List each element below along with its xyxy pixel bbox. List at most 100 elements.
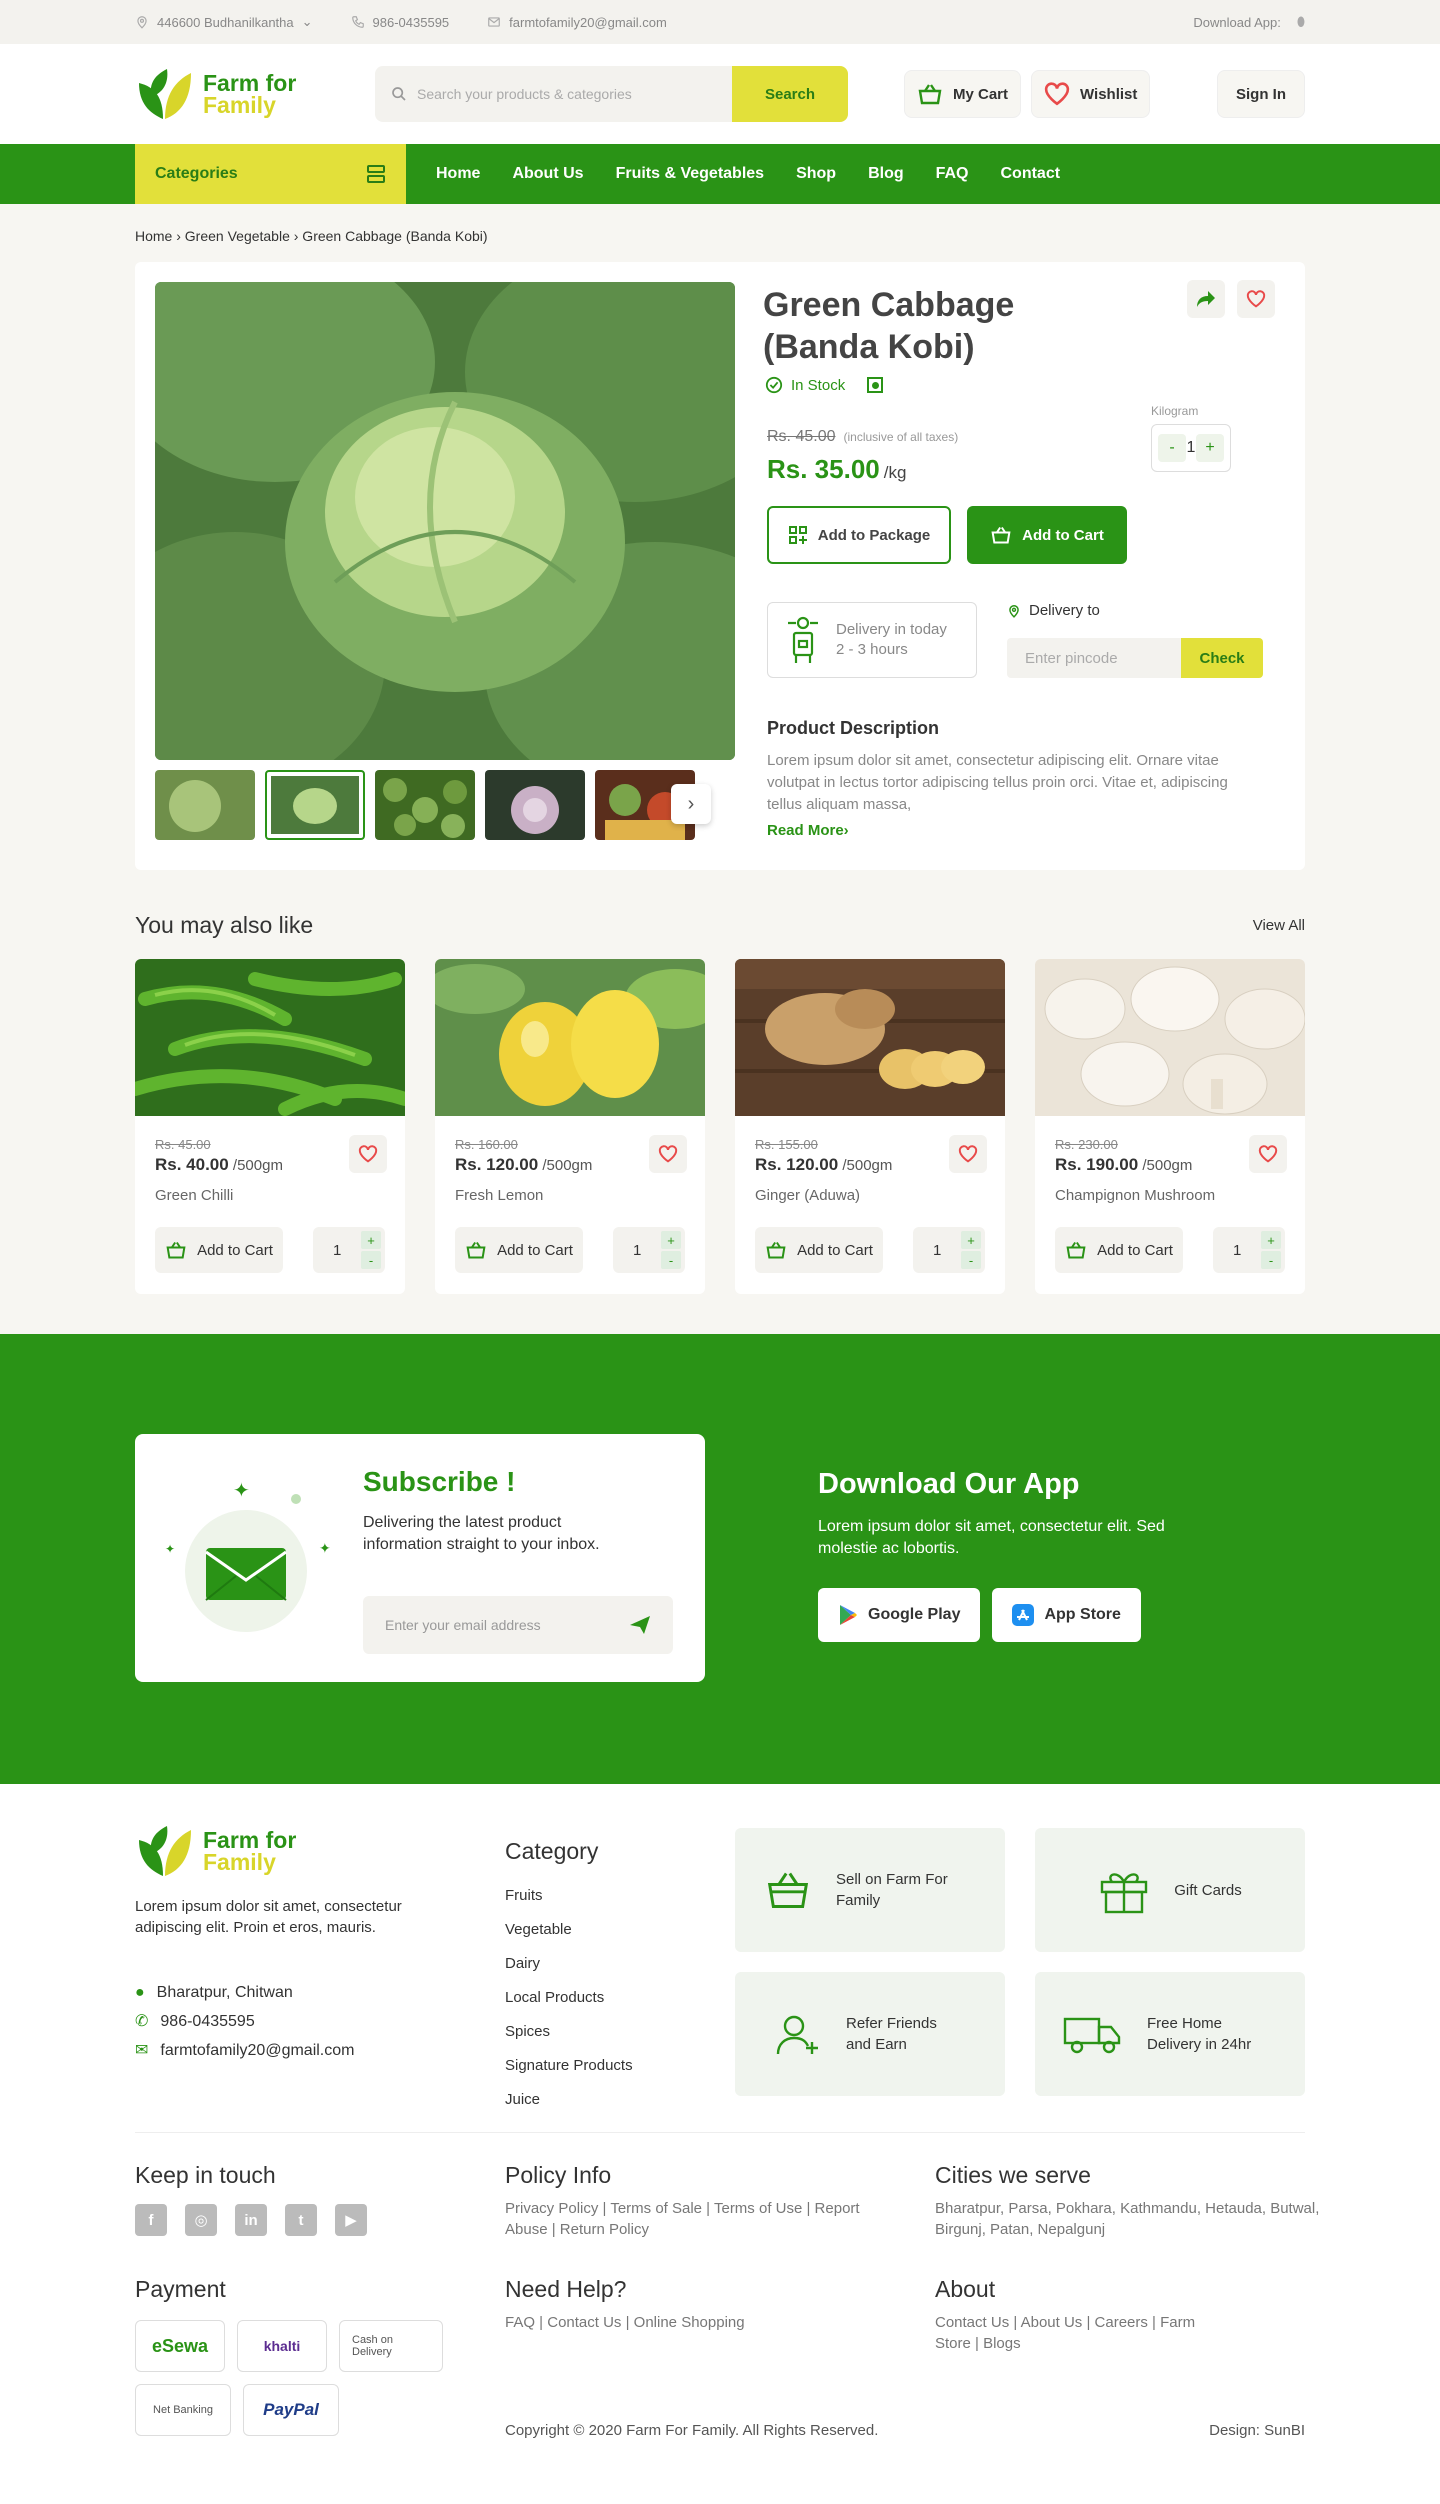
nav-blog[interactable]: Blog xyxy=(868,165,904,183)
email-link[interactable]: farmtofamily20@gmail.com xyxy=(487,15,667,30)
app-store-icon xyxy=(1012,1604,1035,1626)
sell-on-tile[interactable]: Sell on Farm For Family xyxy=(735,1828,1005,1952)
product-name[interactable]: Fresh Lemon xyxy=(455,1187,543,1204)
wishlist-button[interactable] xyxy=(349,1135,387,1173)
thumbnail[interactable] xyxy=(155,770,255,840)
nav-home[interactable]: Home xyxy=(436,165,480,183)
product-name[interactable]: Champignon Mushroom xyxy=(1055,1187,1215,1204)
email-subscribe-input[interactable]: Enter your email address xyxy=(363,1596,673,1654)
thumbnail-selected[interactable] xyxy=(265,770,365,840)
old-price-value: Rs. 160.00 xyxy=(455,1137,518,1152)
category-link[interactable]: Signature Products xyxy=(505,2049,633,2083)
check-button[interactable]: Check xyxy=(1181,638,1263,678)
pincode-input[interactable]: Enter pincode xyxy=(1007,638,1181,678)
product-image[interactable] xyxy=(735,959,1005,1116)
nav-faq[interactable]: FAQ xyxy=(936,165,969,183)
share-button[interactable] xyxy=(1187,280,1225,318)
sign-in-button[interactable]: Sign In xyxy=(1217,70,1305,118)
plus-button[interactable]: + xyxy=(1196,434,1224,462)
wishlist-button[interactable]: Wishlist xyxy=(1031,70,1151,118)
category-link[interactable]: Vegetable xyxy=(505,1913,633,1947)
category-link[interactable]: Juice xyxy=(505,2083,633,2117)
search-button[interactable]: Search xyxy=(732,66,848,122)
product-card-mushroom[interactable]: Rs. 230.00 Rs. 190.00 /500gm Champignon … xyxy=(1035,959,1305,1294)
add-to-cart-button[interactable]: Add to Cart xyxy=(967,506,1127,564)
twitter-icon[interactable]: t xyxy=(285,2204,317,2236)
product-image[interactable] xyxy=(435,959,705,1116)
plus-button[interactable]: + xyxy=(961,1231,981,1249)
quantity-value[interactable]: 1 xyxy=(933,1242,941,1259)
add-to-cart-button[interactable]: Add to Cart xyxy=(755,1227,883,1273)
quantity-value[interactable]: 1 xyxy=(633,1242,641,1259)
logo-line2: Family xyxy=(203,1849,276,1875)
add-to-cart-button[interactable]: Add to Cart xyxy=(155,1227,283,1273)
read-more-link[interactable]: Read More› xyxy=(767,822,849,839)
app-store-button[interactable]: App Store xyxy=(992,1588,1141,1642)
product-main-image[interactable] xyxy=(155,282,735,760)
send-icon[interactable] xyxy=(629,1615,651,1635)
wishlist-button[interactable] xyxy=(649,1135,687,1173)
footer-phone[interactable]: 986-0435595 xyxy=(160,2007,254,2036)
phone-link[interactable]: 986-0435595 xyxy=(351,15,449,30)
wishlist-button[interactable] xyxy=(949,1135,987,1173)
location-selector[interactable]: 446600 Budhanilkantha ⌄ xyxy=(135,14,313,30)
category-link[interactable]: Spices xyxy=(505,2015,633,2049)
policy-links[interactable]: Privacy Policy | Terms of Sale | Terms o… xyxy=(505,2198,885,2240)
wishlist-button[interactable] xyxy=(1249,1135,1287,1173)
product-image[interactable] xyxy=(1035,959,1305,1116)
about-links[interactable]: Contact Us | About Us | Careers | Farm S… xyxy=(935,2312,1225,2354)
my-cart-label: My Cart xyxy=(953,85,1009,103)
plus-button[interactable]: + xyxy=(661,1231,681,1249)
minus-button[interactable]: - xyxy=(361,1251,381,1269)
breadcrumb[interactable]: Home › Green Vegetable › Green Cabbage (… xyxy=(135,204,1305,262)
android-icon[interactable]: ⬮ xyxy=(1297,14,1305,30)
category-link[interactable]: Dairy xyxy=(505,1947,633,1981)
minus-button[interactable]: - xyxy=(1261,1251,1281,1269)
footer-logo[interactable]: Farm for Family xyxy=(135,1824,375,1878)
gift-cards-tile[interactable]: Gift Cards xyxy=(1035,1828,1305,1952)
product-name[interactable]: Green Chilli xyxy=(155,1187,233,1204)
add-to-cart-button[interactable]: Add to Cart xyxy=(1055,1227,1183,1273)
product-image[interactable] xyxy=(135,959,405,1116)
favorite-button[interactable] xyxy=(1237,280,1275,318)
linkedin-icon[interactable]: in xyxy=(235,2204,267,2236)
plus-button[interactable]: + xyxy=(1261,1231,1281,1249)
minus-button[interactable]: - xyxy=(961,1251,981,1269)
help-links[interactable]: FAQ | Contact Us | Online Shopping xyxy=(505,2312,745,2333)
my-cart-button[interactable]: My Cart xyxy=(904,70,1022,118)
add-to-package-button[interactable]: Add to Package xyxy=(767,506,951,564)
facebook-icon[interactable]: f xyxy=(135,2204,167,2236)
plus-button[interactable]: + xyxy=(361,1231,381,1249)
category-link[interactable]: Fruits xyxy=(505,1879,633,1913)
view-all-link[interactable]: View All xyxy=(1253,917,1305,934)
download-app-text: Lorem ipsum dolor sit amet, consectetur … xyxy=(818,1518,1165,1557)
product-name[interactable]: Ginger (Aduwa) xyxy=(755,1187,860,1204)
instagram-icon[interactable]: ◎ xyxy=(185,2204,217,2236)
category-link[interactable]: Local Products xyxy=(505,1981,633,2015)
product-card-fresh-lemon[interactable]: Rs. 160.00 Rs. 120.00 /500gm Fresh Lemon… xyxy=(435,959,705,1294)
product-card-green-chilli[interactable]: Rs. 45.00 Rs. 40.00 /500gm Green Chilli … xyxy=(135,959,405,1294)
categories-button[interactable]: Categories xyxy=(135,144,406,204)
quantity-value[interactable]: 1 xyxy=(1233,1242,1241,1259)
free-delivery-tile[interactable]: Free Home Delivery in 24hr xyxy=(1035,1972,1305,2096)
search-input[interactable]: Search your products & categories xyxy=(375,66,732,122)
nav-about-us[interactable]: About Us xyxy=(512,165,583,183)
minus-button[interactable]: - xyxy=(1158,434,1186,462)
chevron-right-icon[interactable]: › xyxy=(671,784,711,824)
youtube-icon[interactable]: ▶ xyxy=(335,2204,367,2236)
thumbnail[interactable] xyxy=(485,770,585,840)
nav-shop[interactable]: Shop xyxy=(796,165,836,183)
minus-button[interactable]: - xyxy=(661,1251,681,1269)
google-play-button[interactable]: Google Play xyxy=(818,1588,981,1642)
nav-fruits-vegetables[interactable]: Fruits & Vegetables xyxy=(616,165,765,183)
nav-contact[interactable]: Contact xyxy=(1001,165,1061,183)
logo[interactable]: Farm for Family xyxy=(135,67,375,121)
paypal-badge: PayPal xyxy=(243,2384,339,2436)
product-card-ginger[interactable]: Rs. 155.00 Rs. 120.00 /500gm Ginger (Adu… xyxy=(735,959,1005,1294)
refer-friends-tile[interactable]: Refer Friends and Earn xyxy=(735,1972,1005,2096)
quantity-value[interactable]: 1 xyxy=(1187,439,1196,457)
thumbnail[interactable] xyxy=(375,770,475,840)
quantity-value[interactable]: 1 xyxy=(333,1242,341,1259)
add-to-cart-button[interactable]: Add to Cart xyxy=(455,1227,583,1273)
footer-email[interactable]: farmtofamily20@gmail.com xyxy=(160,2036,354,2065)
